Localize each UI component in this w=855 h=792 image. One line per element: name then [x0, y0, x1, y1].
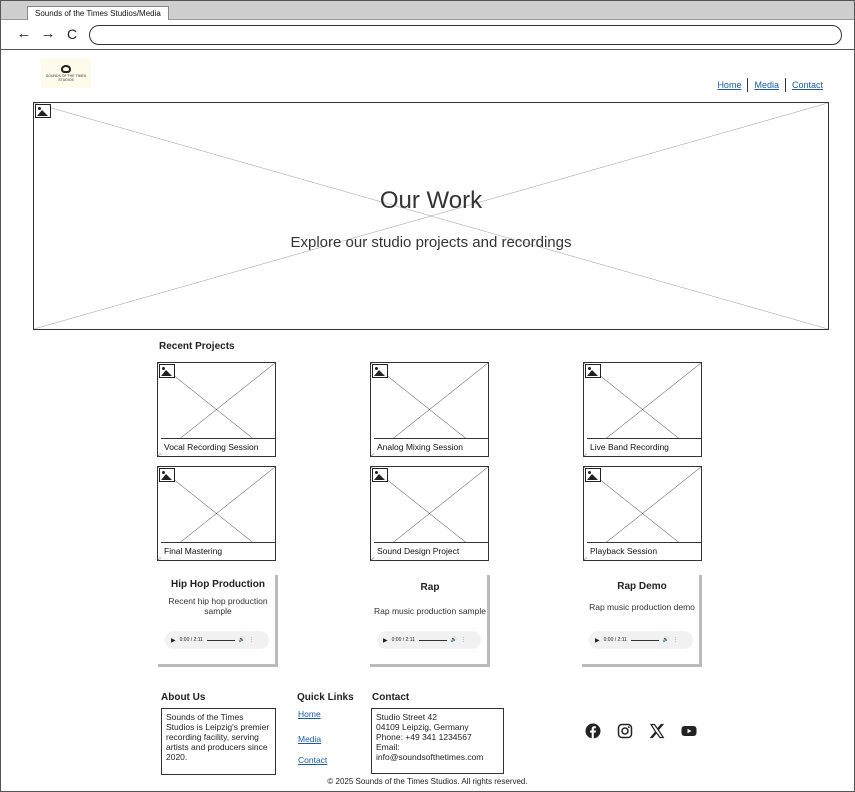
more-options-icon[interactable]: ⋮: [673, 637, 678, 643]
volume-icon[interactable]: 🔊: [451, 637, 457, 643]
audio-card: Rap Rap music production sample ▶ 0:00 / 2:…: [370, 575, 490, 667]
play-icon[interactable]: ▶: [595, 637, 600, 644]
volume-icon[interactable]: 🔊: [663, 637, 669, 643]
facebook-icon[interactable]: [585, 723, 601, 739]
image-icon: [159, 364, 175, 378]
placeholder-cross: [34, 103, 828, 329]
contact-email-label: Email:: [376, 742, 400, 752]
more-options-icon[interactable]: ⋮: [249, 637, 254, 643]
studio-logo[interactable]: SOUNDS OF THE TIMES STUDIOS: [41, 58, 91, 88]
audio-card: Rap Demo Rap music production demo ▶ 0:00 /…: [582, 575, 702, 667]
recent-projects-title: Recent Projects: [159, 341, 235, 352]
contact-city: 04109 Leipzig, Germany: [376, 722, 469, 732]
project-card[interactable]: Live Band Recording: [583, 362, 702, 457]
audio-title: Hip Hop Production: [171, 579, 265, 590]
footer-link-contact[interactable]: Contact: [298, 755, 327, 765]
forward-icon[interactable]: →: [39, 24, 57, 44]
play-icon[interactable]: ▶: [171, 637, 176, 644]
hero-image-placeholder: Our Work Explore our studio projects and…: [33, 102, 829, 330]
quick-links-title: Quick Links: [297, 692, 354, 703]
browser-window: Sounds of the Times Studios/Media ← → C …: [0, 0, 855, 792]
contact-title: Contact: [372, 692, 410, 703]
tab-bar: Sounds of the Times Studios/Media: [1, 1, 854, 21]
image-icon: [35, 104, 51, 118]
image-icon: [372, 364, 388, 378]
project-caption: Live Band Recording: [587, 438, 701, 456]
main-nav: Home Media Contact: [711, 78, 829, 92]
project-card[interactable]: Sound Design Project: [370, 466, 489, 561]
image-icon: [585, 364, 601, 378]
social-links: [585, 723, 697, 739]
youtube-icon[interactable]: [681, 723, 697, 739]
audio-description: Rap music production sample: [374, 606, 486, 616]
play-icon[interactable]: ▶: [383, 637, 388, 644]
volume-icon[interactable]: 🔊: [239, 637, 245, 643]
nav-media-link[interactable]: Media: [748, 78, 785, 92]
audio-title: Rap Demo: [617, 581, 667, 592]
audio-seek-bar[interactable]: [630, 639, 659, 641]
audio-description: Recent hip hop production sample: [168, 596, 268, 616]
audio-title: Rap: [420, 582, 440, 593]
audio-seek-bar[interactable]: [206, 639, 235, 641]
nav-home-link[interactable]: Home: [711, 78, 747, 92]
image-icon: [159, 468, 175, 482]
contact-email[interactable]: info@soundsofthetimes.com: [376, 752, 499, 762]
more-options-icon[interactable]: ⋮: [461, 637, 466, 643]
about-title: About Us: [161, 692, 206, 703]
reload-icon[interactable]: C: [63, 24, 81, 44]
audio-player[interactable]: ▶ 0:00 / 2:11 🔊 ⋮: [589, 631, 693, 649]
address-bar[interactable]: [89, 25, 842, 45]
back-icon[interactable]: ←: [15, 24, 33, 44]
project-card[interactable]: Vocal Recording Session: [157, 362, 276, 457]
project-card[interactable]: Analog Mixing Session: [370, 362, 489, 457]
browser-tab[interactable]: Sounds of the Times Studios/Media: [27, 6, 169, 21]
image-icon: [585, 468, 601, 482]
audio-seek-bar[interactable]: [418, 639, 447, 641]
audio-player[interactable]: ▶ 0:00 / 2:11 🔊 ⋮: [377, 631, 481, 649]
audio-card: Hip Hop Production Recent hip hop product…: [158, 575, 278, 667]
contact-box: Studio Street 42 04109 Leipzig, Germany …: [371, 708, 504, 774]
footer-link-home[interactable]: Home: [298, 709, 321, 719]
audio-time: 0:00 / 2:11: [391, 637, 415, 643]
project-card[interactable]: Playback Session: [583, 466, 702, 561]
audio-time: 0:00 / 2:11: [603, 637, 627, 643]
nav-contact-link[interactable]: Contact: [786, 78, 829, 92]
browser-toolbar: ← → C: [1, 20, 854, 50]
audio-time: 0:00 / 2:11: [179, 637, 203, 643]
project-caption: Final Mastering: [161, 542, 275, 560]
project-caption: Analog Mixing Session: [374, 438, 488, 456]
audio-player[interactable]: ▶ 0:00 / 2:11 🔊 ⋮: [165, 631, 269, 649]
project-caption: Vocal Recording Session: [161, 438, 275, 456]
footer-link-media[interactable]: Media: [298, 734, 321, 744]
logo-text: SOUNDS OF THE TIMES STUDIOS: [45, 73, 87, 82]
contact-address: Studio Street 42: [376, 712, 437, 722]
project-caption: Sound Design Project: [374, 542, 488, 560]
hero-subtitle: Explore our studio projects and recordin…: [290, 234, 572, 251]
copyright: © 2025 Sounds of the Times Studios. All …: [327, 777, 528, 786]
x-icon[interactable]: [649, 723, 665, 739]
project-card[interactable]: Final Mastering: [157, 466, 276, 561]
project-caption: Playback Session: [587, 542, 701, 560]
image-icon: [372, 468, 388, 482]
contact-phone: Phone: +49 341 1234567: [376, 732, 472, 742]
instagram-icon[interactable]: [617, 723, 633, 739]
audio-description: Rap music production demo: [589, 602, 695, 612]
hero-title: Our Work: [379, 187, 483, 214]
about-text: Sounds of the Times Studios is Leipzig's…: [161, 708, 276, 775]
headphones-icon: [61, 64, 71, 73]
